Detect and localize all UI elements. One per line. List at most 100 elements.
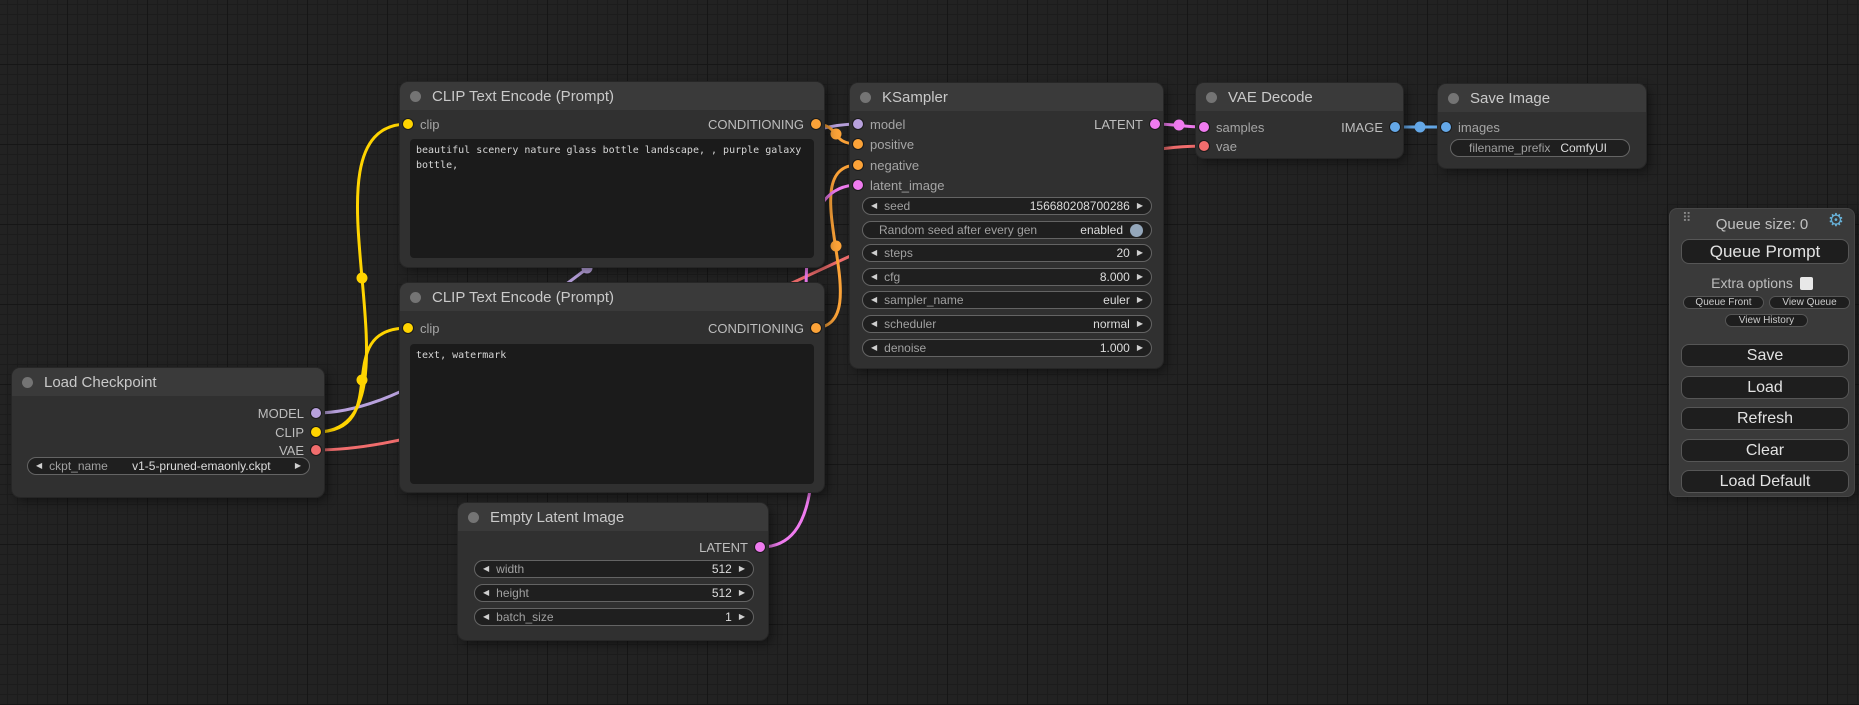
save-button[interactable]: Save [1681,344,1849,367]
prev-arrow-icon[interactable]: ◀ [871,320,877,328]
output-port-row: MODEL [258,404,321,422]
next-arrow-icon[interactable]: ▶ [295,462,301,470]
clear-button[interactable]: Clear [1681,439,1849,462]
node-graph-canvas[interactable]: Load Checkpoint MODEL CLIP VAE ◀ ckpt_na… [0,0,1859,705]
view-history-button[interactable]: View History [1725,314,1808,327]
node-save-image[interactable]: Save Image images filename_prefix ComfyU… [1438,84,1646,168]
collapse-dot[interactable] [468,512,479,523]
prompt-textarea[interactable]: text, watermark [410,344,814,484]
widget-filename-prefix[interactable]: filename_prefix ComfyUI [1450,139,1630,157]
widget-value: 156680208700286 [1030,199,1130,213]
node-load-checkpoint[interactable]: Load Checkpoint MODEL CLIP VAE ◀ ckpt_na… [12,368,324,497]
widget-height[interactable]: ◀ height 512 ▶ [474,584,754,602]
next-arrow-icon[interactable]: ▶ [1137,320,1143,328]
link-midpoint-dot [1174,120,1185,131]
collapse-dot[interactable] [1206,92,1217,103]
increment-arrow-icon[interactable]: ▶ [1137,249,1143,257]
prompt-textarea[interactable]: beautiful scenery nature glass bottle la… [410,139,814,258]
output-port-row: CONDITIONING [708,319,821,337]
widget-scheduler[interactable]: ◀ scheduler normal ▶ [862,315,1152,333]
collapse-dot[interactable] [410,91,421,102]
output-port-model[interactable] [311,408,321,418]
prev-arrow-icon[interactable]: ◀ [36,462,42,470]
input-label: clip [420,321,440,336]
decrement-arrow-icon[interactable]: ◀ [871,202,877,210]
widget-cfg[interactable]: ◀ cfg 8.000 ▶ [862,268,1152,286]
output-port-latent[interactable] [1150,119,1160,129]
decrement-arrow-icon[interactable]: ◀ [483,565,489,573]
node-ksampler[interactable]: KSampler model positive negative latent_… [850,83,1163,368]
decrement-arrow-icon[interactable]: ◀ [871,273,877,281]
increment-arrow-icon[interactable]: ▶ [739,613,745,621]
output-port-clip[interactable] [311,427,321,437]
prev-arrow-icon[interactable]: ◀ [871,296,877,304]
toggle-indicator[interactable] [1130,224,1143,237]
decrement-arrow-icon[interactable]: ◀ [483,613,489,621]
input-label: vae [1216,139,1237,154]
input-port-row: vae [1199,137,1237,155]
load-default-button[interactable]: Load Default [1681,470,1849,493]
load-button[interactable]: Load [1681,376,1849,399]
output-port-vae[interactable] [311,445,321,455]
input-port-images[interactable] [1441,122,1451,132]
widget-random-seed-toggle[interactable]: Random seed after every gen enabled [862,221,1152,239]
widget-seed[interactable]: ◀ seed 156680208700286 ▶ [862,197,1152,215]
increment-arrow-icon[interactable]: ▶ [1137,344,1143,352]
output-port-conditioning[interactable] [811,323,821,333]
input-port-model[interactable] [853,119,863,129]
queue-prompt-button[interactable]: Queue Prompt [1681,239,1849,264]
input-label: model [870,117,905,132]
output-port-conditioning[interactable] [811,119,821,129]
output-label: VAE [279,443,304,458]
widget-denoise[interactable]: ◀ denoise 1.000 ▶ [862,339,1152,357]
refresh-button[interactable]: Refresh [1681,407,1849,430]
input-port-clip[interactable] [403,119,413,129]
collapse-dot[interactable] [22,377,33,388]
increment-arrow-icon[interactable]: ▶ [739,565,745,573]
gear-icon[interactable]: ⚙ [1828,210,1844,231]
output-label: CONDITIONING [708,321,804,336]
node-empty-latent-image[interactable]: Empty Latent Image LATENT ◀ width 512 ▶ … [458,503,768,640]
extra-options-checkbox[interactable] [1800,277,1813,290]
input-port-row: images [1441,118,1500,136]
output-port-row: CLIP [275,423,321,441]
node-clip-text-encode-positive[interactable]: CLIP Text Encode (Prompt) clip CONDITION… [400,82,824,267]
link-midpoint-dot [1415,122,1426,133]
collapse-dot[interactable] [860,92,871,103]
input-port-negative[interactable] [853,160,863,170]
extra-options-label: Extra options [1711,275,1793,291]
input-port-latent-image[interactable] [853,180,863,190]
widget-value: 1.000 [1100,341,1130,355]
increment-arrow-icon[interactable]: ▶ [1137,273,1143,281]
output-label: CONDITIONING [708,117,804,132]
decrement-arrow-icon[interactable]: ◀ [483,589,489,597]
collapse-dot[interactable] [1448,93,1459,104]
widget-value: 1 [725,610,732,624]
node-title: Load Checkpoint [44,374,157,391]
input-port-clip[interactable] [403,323,413,333]
node-vae-decode[interactable]: VAE Decode samples vae IMAGE [1196,83,1403,158]
queue-front-button[interactable]: Queue Front [1683,296,1764,309]
widget-width[interactable]: ◀ width 512 ▶ [474,560,754,578]
decrement-arrow-icon[interactable]: ◀ [871,249,877,257]
increment-arrow-icon[interactable]: ▶ [739,589,745,597]
increment-arrow-icon[interactable]: ▶ [1137,202,1143,210]
widget-sampler-name[interactable]: ◀ sampler_name euler ▶ [862,291,1152,309]
next-arrow-icon[interactable]: ▶ [1137,296,1143,304]
input-port-positive[interactable] [853,139,863,149]
output-port-row: CONDITIONING [708,115,821,133]
input-port-vae[interactable] [1199,141,1209,151]
widget-batch-size[interactable]: ◀ batch_size 1 ▶ [474,608,754,626]
output-port-latent[interactable] [755,542,765,552]
input-port-samples[interactable] [1199,122,1209,132]
widget-steps[interactable]: ◀ steps 20 ▶ [862,244,1152,262]
view-queue-button[interactable]: View Queue [1769,296,1850,309]
queue-control-panel[interactable]: ⠿ Queue size: 0 ⚙ Queue Prompt Extra opt… [1669,208,1855,497]
collapse-dot[interactable] [410,292,421,303]
node-clip-text-encode-negative[interactable]: CLIP Text Encode (Prompt) clip CONDITION… [400,283,824,492]
decrement-arrow-icon[interactable]: ◀ [871,344,877,352]
link-midpoint-dot [357,375,368,386]
input-port-row: negative [853,156,919,174]
widget-ckpt-name[interactable]: ◀ ckpt_name v1-5-pruned-emaonly.ckpt ▶ [27,457,310,475]
output-port-image[interactable] [1390,122,1400,132]
